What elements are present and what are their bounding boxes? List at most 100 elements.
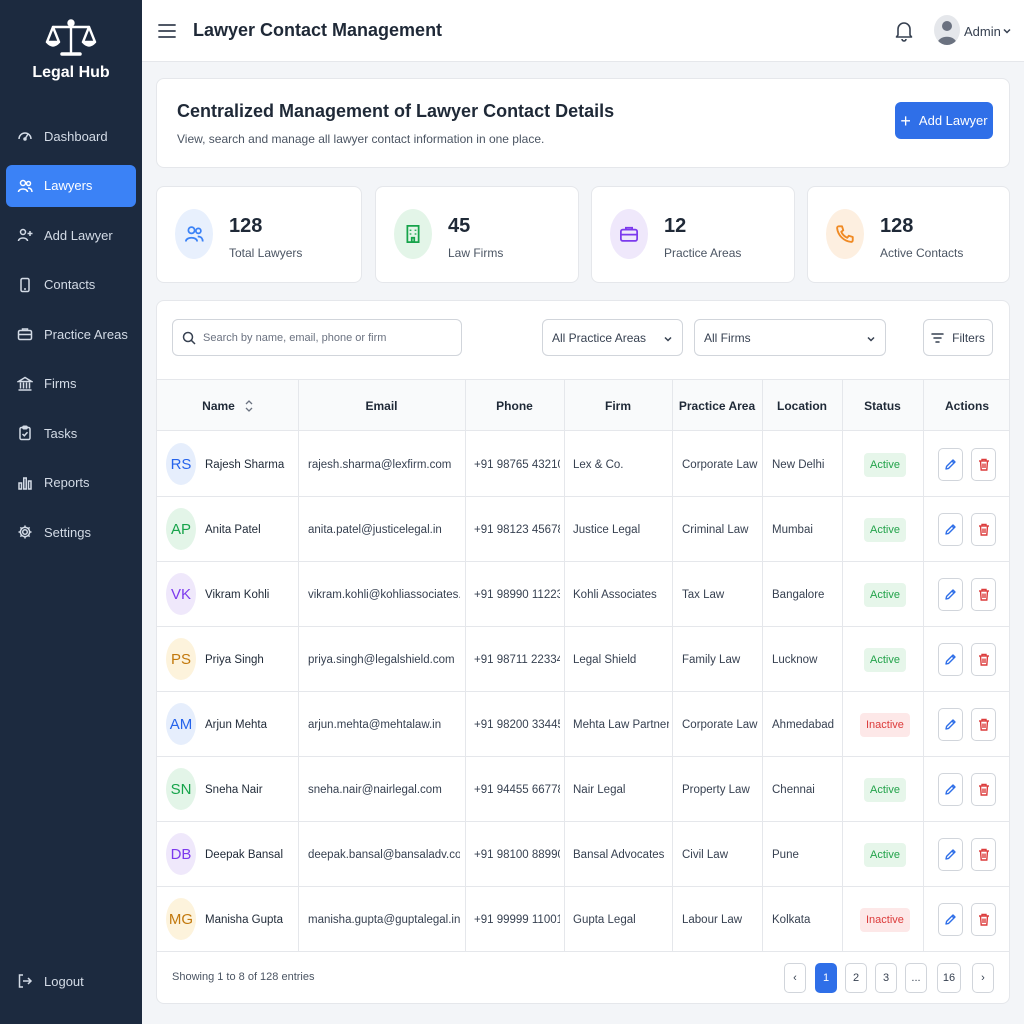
delete-button[interactable] (971, 643, 996, 676)
column-header-name[interactable]: Name (157, 380, 298, 432)
phone-cell: +91 98990 11223 (474, 588, 560, 601)
table-row[interactable]: AM Arjun Mehta arjun.mehta@mehtalaw.in +91 … (157, 692, 1009, 757)
search-input[interactable] (203, 328, 453, 348)
stat-label: Practice Areas (664, 246, 742, 260)
dashboard-icon (16, 127, 34, 145)
pencil-icon (944, 653, 957, 666)
stat-card-practice-areas: 12 Practice Areas (591, 186, 795, 283)
firm-cell: Justice Legal (573, 523, 641, 536)
name-cell: DB Deepak Bansal (157, 822, 298, 887)
delete-button[interactable] (971, 773, 996, 806)
status-badge: Active (864, 518, 906, 542)
delete-button[interactable] (971, 708, 996, 741)
table-row[interactable]: SN Sneha Nair sneha.nair@nairlegal.com +91 … (157, 757, 1009, 822)
edit-button[interactable] (938, 708, 963, 741)
search-box[interactable] (172, 319, 462, 356)
brand[interactable]: Legal Hub (0, 18, 142, 82)
column-header-status: Status (864, 399, 901, 413)
email-cell: vikram.kohli@kohliassociates.com (308, 588, 460, 601)
delete-button[interactable] (971, 448, 996, 481)
hamburger-menu-icon[interactable] (158, 21, 176, 41)
sidebar-item-practice-areas[interactable]: Practice Areas (6, 313, 136, 355)
page-title: Lawyer Contact Management (193, 20, 443, 40)
firm-select[interactable]: All Firms (694, 319, 886, 356)
lawyer-name: Vikram Kohli (205, 588, 270, 601)
edit-button[interactable] (938, 838, 963, 871)
plus-icon: + (900, 110, 911, 131)
chevron-down-icon[interactable] (1002, 26, 1012, 36)
delete-button[interactable] (971, 578, 996, 611)
sidebar-item-label: Add Lawyer (44, 227, 113, 243)
initials-avatar: SN (166, 768, 196, 810)
phone-cell: +91 94455 66778 (474, 783, 560, 796)
phone-icon (826, 209, 864, 259)
lawyer-name: Priya Singh (205, 653, 264, 666)
pagination-next-button[interactable]: › (972, 963, 994, 993)
practice-area-cell: Criminal Law (682, 523, 749, 536)
pagination-page-16[interactable]: 16 (937, 963, 961, 993)
edit-button[interactable] (938, 578, 963, 611)
table-row[interactable]: AP Anita Patel anita.patel@justicelegal.in… (157, 497, 1009, 562)
delete-button[interactable] (971, 513, 996, 546)
sidebar-item-lawyers[interactable]: Lawyers (6, 164, 136, 207)
sort-icon[interactable] (245, 399, 253, 413)
initials-avatar: DB (166, 833, 196, 875)
sidebar-item-reports[interactable]: Reports (6, 462, 136, 504)
email-cell: deepak.bansal@bansaladv.com (308, 848, 460, 861)
sidebar-item-tasks[interactable]: Tasks (6, 412, 136, 454)
stat-value: 128 (880, 215, 914, 237)
stat-card-total-lawyers: 128 Total Lawyers (156, 186, 362, 283)
table-row[interactable]: RS Rajesh Sharma rajesh.sharma@lexfirm.com… (157, 432, 1009, 497)
sidebar-item-settings[interactable]: Settings (6, 511, 136, 553)
bell-icon[interactable] (894, 20, 914, 42)
name-cell: RS Rajesh Sharma (157, 432, 298, 497)
table-row[interactable]: VK Vikram Kohli vikram.kohli@kohliassociat… (157, 562, 1009, 627)
practice-area-select[interactable]: All Practice Areas (542, 319, 683, 356)
firm-cell: Nair Legal (573, 783, 626, 796)
table-row[interactable]: PS Priya Singh priya.singh@legalshield.com… (157, 627, 1009, 692)
trash-icon (978, 523, 990, 536)
pagination-page-2[interactable]: 2 (845, 963, 867, 993)
sidebar-item-label: Contacts (44, 277, 96, 292)
add-lawyer-button[interactable]: + Add Lawyer (895, 102, 993, 139)
stat-card-active-contacts: 128 Active Contacts (807, 186, 1010, 283)
practice-area-cell: Labour Law (682, 913, 743, 926)
pagination-page-3[interactable]: 3 (875, 963, 897, 993)
pencil-icon (944, 588, 957, 601)
edit-button[interactable] (938, 448, 963, 481)
delete-button[interactable] (971, 903, 996, 936)
briefcase-icon (610, 209, 648, 259)
trash-icon (978, 588, 990, 601)
edit-button[interactable] (938, 513, 963, 546)
intro-title: Centralized Management of Lawyer Contact… (177, 101, 615, 121)
edit-button[interactable] (938, 643, 963, 676)
sidebar-item-add-lawyer[interactable]: Add Lawyer (6, 214, 136, 256)
pagination-page-1[interactable]: 1 (815, 963, 837, 993)
stat-label: Total Lawyers (229, 246, 303, 260)
sidebar-item-contacts[interactable]: Contacts (6, 264, 136, 306)
sidebar-nav: Dashboard Lawyers Add Lawyer Contacts Pr… (6, 115, 136, 561)
sidebar-item-label: Dashboard (44, 128, 108, 144)
name-cell: VK Vikram Kohli (157, 562, 298, 627)
lawyers-table-card: All Practice Areas All Firms Filters Nam… (156, 300, 1010, 1004)
filters-button[interactable]: Filters (923, 319, 993, 356)
phone-cell: +91 98200 33445 (474, 718, 560, 731)
table-row[interactable]: MG Manisha Gupta manisha.gupta@guptalegal.… (157, 887, 1009, 952)
sidebar-item-dashboard[interactable]: Dashboard (6, 115, 136, 157)
pagination-prev-button[interactable]: ‹ (784, 963, 806, 993)
brand-name: Legal Hub (32, 64, 110, 81)
logout-icon (16, 972, 34, 990)
delete-button[interactable] (971, 838, 996, 871)
edit-button[interactable] (938, 773, 963, 806)
sidebar-item-firms[interactable]: Firms (6, 363, 136, 405)
edit-button[interactable] (938, 903, 963, 936)
lawyer-name: Rajesh Sharma (205, 458, 285, 471)
user-name[interactable]: Admin (964, 24, 1001, 39)
location-cell: Pune (772, 848, 799, 861)
practice-area-cell: Tax Law (682, 588, 725, 601)
sidebar-item-label: Lawyers (44, 178, 93, 193)
logout-button[interactable]: Logout (6, 960, 136, 1002)
initials-avatar: RS (166, 443, 196, 485)
user-avatar-icon[interactable] (934, 15, 960, 45)
table-row[interactable]: DB Deepak Bansal deepak.bansal@bansaladv.c… (157, 822, 1009, 887)
